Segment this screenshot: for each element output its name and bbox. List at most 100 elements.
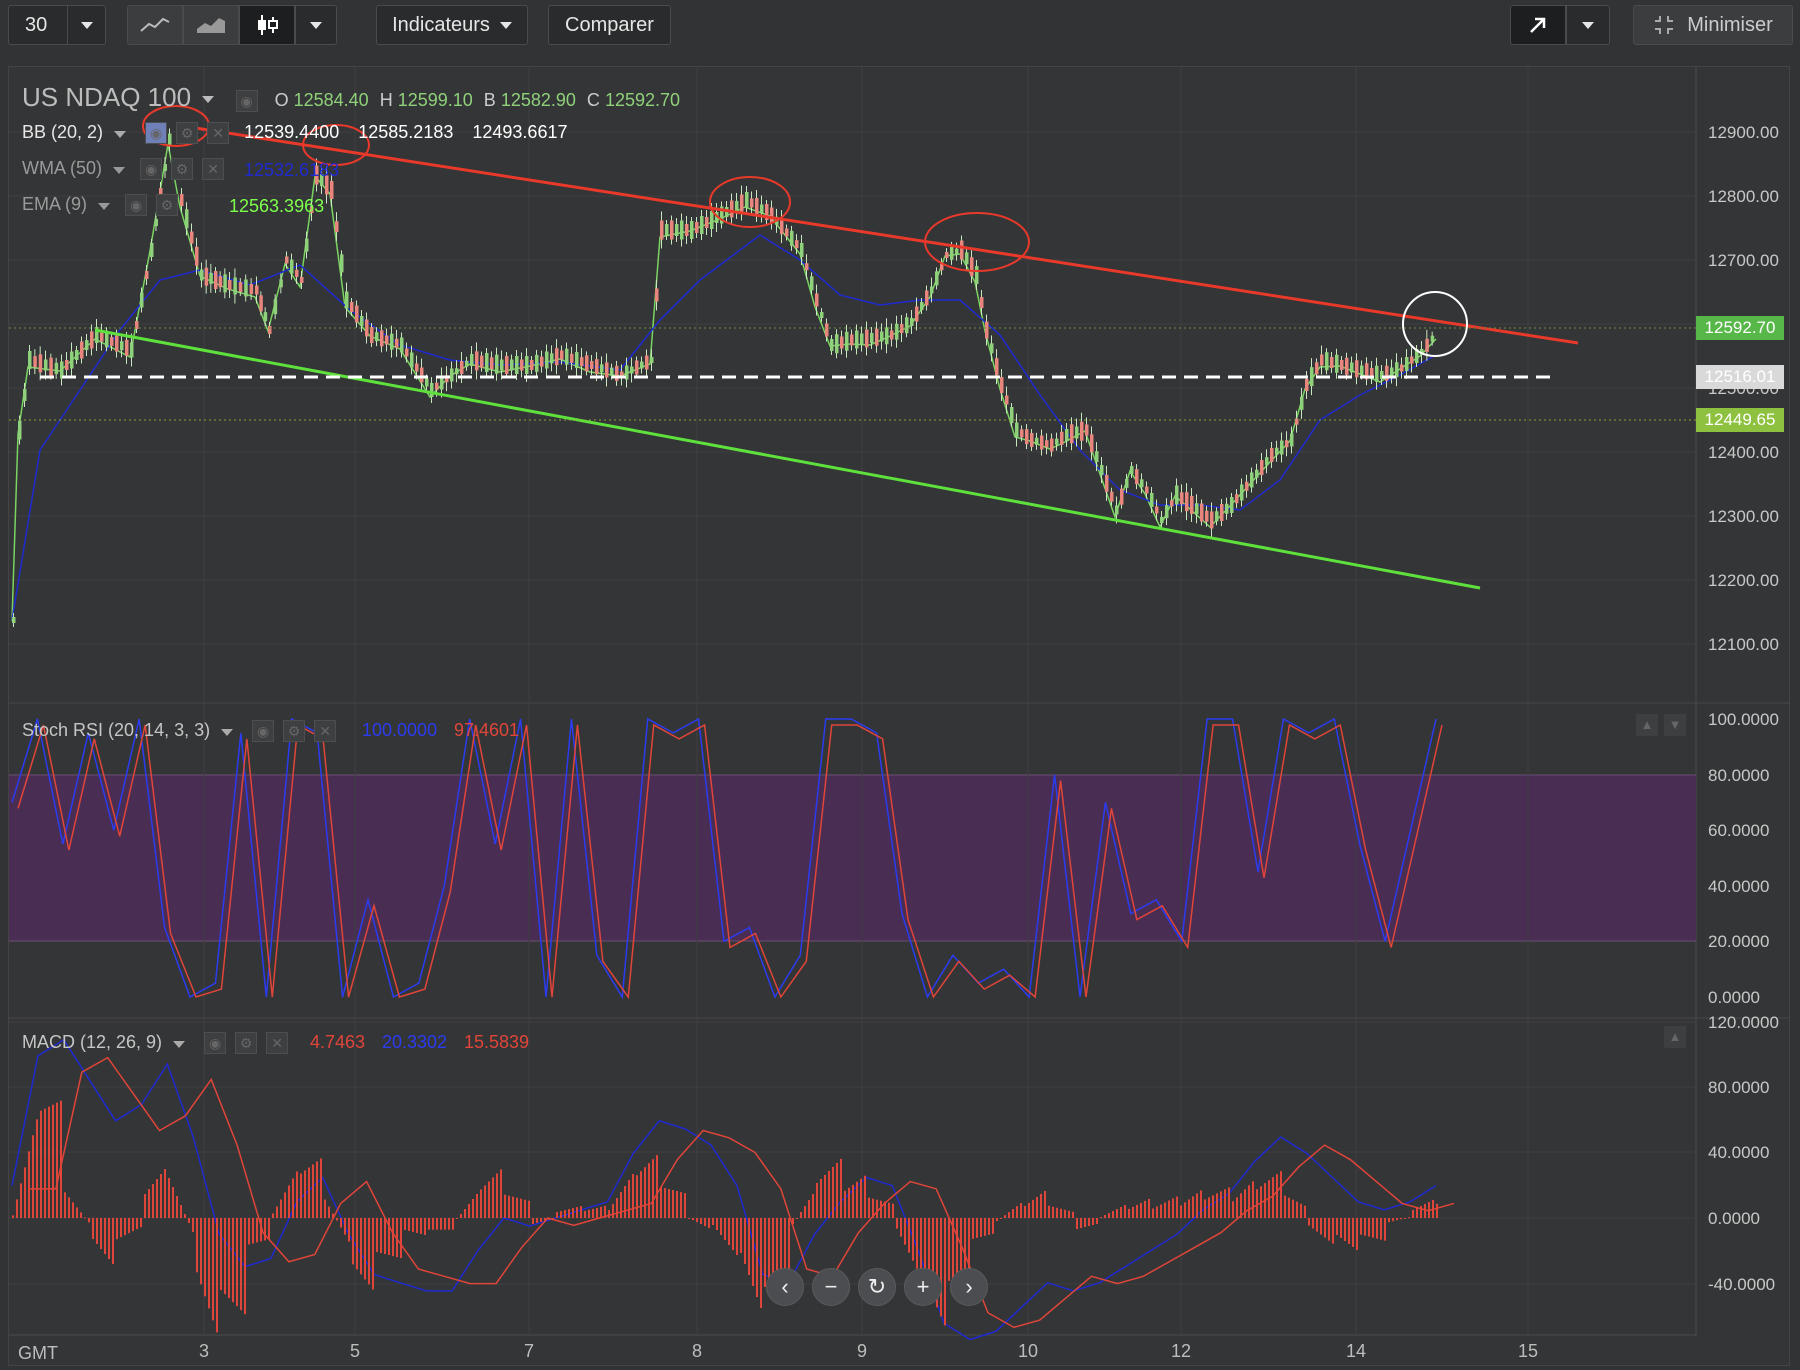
macd-tick-label: 0.0000 <box>1708 1209 1760 1228</box>
settings-icon[interactable]: ⚙ <box>176 122 199 145</box>
macd-histogram-bar <box>1016 1206 1018 1218</box>
candle <box>279 279 283 288</box>
candle <box>840 336 844 349</box>
macd-histogram-bar <box>384 1218 386 1255</box>
macd-histogram-bar <box>1000 1218 1002 1219</box>
chevron-down-icon[interactable] <box>113 167 126 174</box>
candle <box>480 355 484 368</box>
close-icon[interactable]: ✕ <box>314 720 337 743</box>
move-panel-up-icon[interactable]: ▲ <box>1636 714 1658 736</box>
chevron-down-icon[interactable] <box>98 203 111 210</box>
candle <box>835 334 839 354</box>
chevron-down-icon[interactable] <box>173 1041 186 1048</box>
ema-label[interactable]: EMA (9) <box>22 194 87 214</box>
macd-histogram-bar <box>1008 1212 1010 1218</box>
move-panel-up-icon[interactable]: ▲ <box>1664 1026 1686 1048</box>
settings-icon[interactable]: ⚙ <box>283 720 306 743</box>
settings-icon[interactable]: ⚙ <box>156 194 179 217</box>
macd-histogram-bar <box>1312 1218 1314 1229</box>
reset-button[interactable]: ↻ <box>858 1268 896 1306</box>
macd-histogram-bar <box>648 1163 650 1218</box>
wma-label[interactable]: WMA (50) <box>22 158 102 178</box>
high-label: H <box>379 90 393 110</box>
chevron-down-icon[interactable] <box>114 131 127 138</box>
macd-histogram-bar <box>1168 1200 1170 1218</box>
macd-histogram-bar <box>480 1189 482 1218</box>
symbol-selector[interactable]: US NDAQ 100 <box>22 82 222 112</box>
scroll-right-button[interactable]: › <box>950 1268 988 1306</box>
eye-icon[interactable]: ◉ <box>145 122 168 145</box>
settings-icon[interactable]: ⚙ <box>235 1032 258 1055</box>
macd-histogram-bar <box>1132 1206 1134 1218</box>
close-icon[interactable]: ✕ <box>202 158 225 181</box>
resistance-trendline[interactable] <box>175 123 1579 345</box>
grid <box>9 67 1696 1335</box>
macd-histogram-bar <box>1376 1218 1378 1239</box>
macd-histogram-bar <box>68 1197 70 1218</box>
macd-histogram-bar <box>876 1199 878 1218</box>
macd-histogram-bar <box>344 1218 346 1235</box>
macd-histogram-bar <box>468 1203 470 1218</box>
macd-histogram-bar <box>572 1208 574 1218</box>
macd-histogram-bar <box>72 1202 74 1218</box>
candle <box>1300 396 1304 410</box>
bb-legend: BB (20, 2) ◉ ⚙ ✕ 12539.4400 12585.2183 1… <box>22 122 567 145</box>
macd-histogram-bar <box>1176 1196 1178 1218</box>
scroll-left-button[interactable]: ‹ <box>766 1268 804 1306</box>
bb-label[interactable]: BB (20, 2) <box>22 122 103 142</box>
eye-icon[interactable]: ◉ <box>235 90 258 113</box>
candle <box>465 360 469 367</box>
candle <box>430 383 434 397</box>
macd-histogram-bar <box>584 1210 586 1218</box>
macd-histogram-bar <box>564 1210 566 1218</box>
candle <box>345 291 349 309</box>
stoch-label[interactable]: Stoch RSI (20, 14, 3, 3) <box>22 720 210 740</box>
macd-histogram-bar <box>332 1213 334 1218</box>
candle <box>570 353 574 363</box>
close-icon[interactable]: ✕ <box>207 122 230 145</box>
candle <box>1405 357 1409 371</box>
candle <box>1265 457 1269 466</box>
macd-histogram-bar <box>412 1218 414 1232</box>
eye-icon[interactable]: ◉ <box>125 194 148 217</box>
close-icon[interactable]: ✕ <box>266 1032 289 1055</box>
candle <box>1360 365 1364 375</box>
candle <box>273 299 278 315</box>
macd-histogram-bar <box>692 1218 694 1221</box>
move-panel-down-icon[interactable]: ▼ <box>1664 714 1686 736</box>
settings-icon[interactable]: ⚙ <box>171 158 194 181</box>
candle <box>200 269 204 281</box>
axis-ticks: 3 5 7 8 9 10 12 14 15 GMT 12900.00 12800.00 12700.00… <box>18 123 1779 1363</box>
macd-histogram-bar <box>116 1218 118 1240</box>
candle <box>880 331 884 342</box>
zoom-in-button[interactable]: + <box>904 1268 942 1306</box>
eye-icon[interactable]: ◉ <box>140 158 163 181</box>
candle <box>800 243 804 257</box>
macd-histogram-bar <box>1368 1218 1370 1237</box>
low-price-tag: 12449.65 <box>1696 408 1784 432</box>
macd-histogram-bar <box>84 1217 86 1219</box>
eye-icon[interactable]: ◉ <box>252 720 275 743</box>
candle <box>1225 503 1229 514</box>
minus-icon: − <box>824 1274 838 1299</box>
macd-histogram-bar <box>752 1218 754 1287</box>
candle <box>530 360 534 370</box>
candle <box>1250 472 1254 488</box>
macd-label[interactable]: MACD (12, 26, 9) <box>22 1032 162 1052</box>
zoom-out-button[interactable]: − <box>812 1268 850 1306</box>
candle <box>505 356 509 374</box>
candle <box>470 354 474 366</box>
candle <box>970 257 974 277</box>
time-tick-label: 14 <box>1346 1341 1366 1361</box>
macd-histogram-bar <box>1208 1197 1210 1218</box>
macd-histogram-bar <box>804 1206 806 1218</box>
macd-histogram-bar <box>1180 1205 1182 1218</box>
candle <box>1040 435 1044 450</box>
macd-histogram-bar <box>140 1218 142 1228</box>
macd-histogram-bar <box>844 1190 846 1218</box>
candle <box>495 354 499 374</box>
eye-icon[interactable]: ◉ <box>204 1032 227 1055</box>
candle <box>185 209 189 229</box>
macd-histogram-bar <box>228 1218 230 1299</box>
chevron-down-icon[interactable] <box>221 729 234 736</box>
